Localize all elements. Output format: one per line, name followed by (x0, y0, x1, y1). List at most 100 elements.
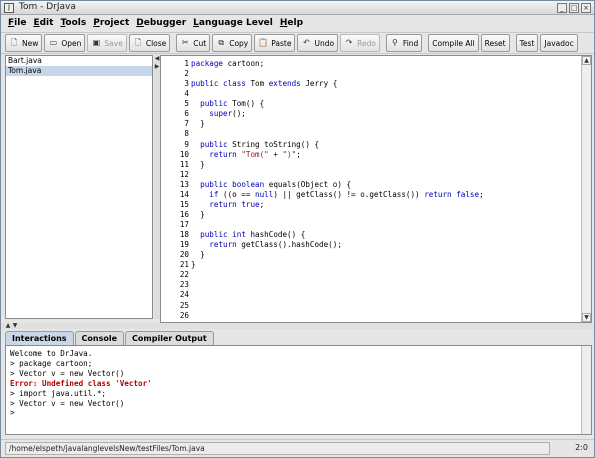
paste-button[interactable]: 📋 Paste (254, 34, 296, 52)
collapse-up-icon[interactable]: ▲ (5, 323, 11, 329)
scroll-up-icon[interactable]: ▲ (582, 56, 591, 65)
line-number: 10 (179, 149, 189, 159)
editor-vertical-scrollbar[interactable]: ▲ ▼ (581, 56, 591, 322)
save-icon: ▣ (92, 38, 101, 47)
expand-down-icon[interactable]: ▼ (12, 323, 18, 329)
code-line[interactable]: public boolean equals(Object o) { (191, 180, 484, 190)
line-number-gutter: 1 2 3 4 5 6 7 8 9 10 11 12 13 14 15 16 17 18 19 20 21 22 23 24 2… (161, 59, 189, 321)
line-number: 3 (184, 79, 189, 89)
tab-console[interactable]: Console (74, 331, 125, 345)
document-item-tom[interactable]: Tom.java (6, 66, 152, 76)
menu-language-level[interactable]: Language Level (190, 16, 276, 30)
code-line[interactable] (191, 270, 484, 280)
line-number: 18 (179, 230, 189, 240)
code-line[interactable]: package cartoon; (191, 59, 484, 69)
line-number: 13 (179, 179, 189, 189)
interactions-vertical-scrollbar[interactable] (581, 346, 591, 434)
code-line[interactable]: } (191, 210, 484, 220)
close-icon[interactable]: × (581, 3, 591, 13)
menu-edit[interactable]: Edit (30, 16, 56, 30)
interaction-line: > Vector v = new Vector() (10, 398, 125, 408)
cut-button[interactable]: ✂ Cut (176, 34, 211, 52)
menu-project[interactable]: Project (90, 16, 132, 30)
tab-interactions[interactable]: Interactions (5, 331, 74, 345)
code-line[interactable] (191, 311, 484, 321)
toolbar: 🗋 New ▭ Open ▣ Save 🗋 Close ✂ Cut ⧉ Copy 📋 Past… (1, 32, 594, 54)
window-controls: _ □ × (557, 3, 591, 13)
line-number: 20 (179, 250, 189, 260)
file-path: /home/elspeth/javalanglevelsNew/testFile… (5, 442, 550, 455)
test-button[interactable]: Test (515, 34, 539, 52)
line-number: 2 (184, 69, 189, 79)
code-line[interactable] (191, 301, 484, 311)
code-line[interactable] (191, 280, 484, 290)
code-line[interactable] (191, 129, 484, 139)
undo-icon: ↶ (303, 38, 310, 47)
find-button[interactable]: ⚲ Find (385, 34, 423, 52)
line-number: 15 (179, 199, 189, 209)
code-line[interactable]: } (191, 119, 484, 129)
menu-tools[interactable]: Tools (57, 16, 89, 30)
line-number: 17 (179, 220, 189, 229)
code-line[interactable]: return "Tom(" + ")"; (191, 150, 484, 160)
code-line[interactable] (191, 220, 484, 230)
horizontal-splitter[interactable]: ▲ ▼ (1, 323, 594, 329)
code-line[interactable]: public String toString() { (191, 140, 484, 150)
reset-button[interactable]: Reset (480, 34, 510, 52)
scroll-down-icon[interactable]: ▼ (582, 313, 591, 322)
line-number: 8 (184, 129, 189, 139)
code-line[interactable]: public class Tom extends Jerry { (191, 79, 484, 89)
save-button[interactable]: ▣ Save (87, 34, 127, 52)
code-line[interactable]: } (191, 160, 484, 170)
interactions-pane[interactable]: Welcome to DrJava. > package cartoon; > Ve… (5, 345, 592, 435)
code-line[interactable]: if ((o == null) || getClass() != o.getCl… (191, 190, 483, 200)
code-line[interactable]: public int hashCode() { (191, 230, 484, 240)
code-line[interactable] (191, 170, 484, 180)
binoculars-icon: ⚲ (391, 38, 398, 47)
interaction-line: > package cartoon; (10, 358, 93, 368)
line-number: 12 (179, 169, 189, 179)
compile-all-button[interactable]: Compile All (428, 34, 479, 52)
line-number: 16 (179, 209, 189, 219)
interaction-line: > import java.util.*; (10, 388, 107, 398)
code-line[interactable] (191, 89, 484, 99)
source-code[interactable]: package cartoon; public class Tom extends… (191, 59, 484, 321)
open-button[interactable]: ▭ Open (44, 34, 86, 52)
line-number: 1 (184, 59, 189, 68)
line-number: 19 (179, 240, 189, 250)
document-item-bart[interactable]: Bart.java (6, 56, 152, 66)
line-number: 7 (184, 119, 189, 129)
code-editor[interactable]: 1 2 3 4 5 6 7 8 9 10 11 12 13 14 15 16 17 18 19 20 21 22 23 24 2… (160, 55, 592, 323)
javadoc-button[interactable]: Javadoc (540, 34, 578, 52)
app-icon: J (4, 3, 14, 13)
document-list: Bart.java Tom.java (5, 55, 153, 319)
line-number: 6 (184, 109, 189, 119)
close-button[interactable]: 🗋 Close (128, 34, 171, 52)
bottom-tabs: Interactions Console Compiler Output (5, 331, 215, 345)
interaction-line: Welcome to DrJava. (10, 349, 93, 358)
menu-file[interactable]: File (5, 16, 29, 30)
code-line[interactable] (191, 69, 484, 79)
code-line[interactable]: } (191, 260, 484, 270)
line-number: 24 (179, 290, 189, 300)
minimize-icon[interactable]: _ (557, 3, 567, 13)
paste-icon: 📋 (258, 38, 269, 47)
tab-compiler-output[interactable]: Compiler Output (125, 331, 214, 345)
redo-button[interactable]: ↷ Redo (340, 34, 380, 52)
new-button[interactable]: 🗋 New (5, 34, 43, 52)
code-line[interactable]: return getClass().hashCode(); (191, 240, 484, 250)
new-file-icon: 🗋 (10, 38, 18, 47)
maximize-icon[interactable]: □ (569, 3, 579, 13)
line-number: 22 (179, 270, 189, 280)
code-line[interactable]: return true; (191, 200, 484, 210)
copy-button[interactable]: ⧉ Copy (212, 34, 253, 52)
code-line[interactable] (191, 290, 484, 300)
code-line[interactable]: } (191, 250, 484, 260)
undo-button[interactable]: ↶ Undo (297, 34, 339, 52)
code-line[interactable]: super(); (191, 109, 484, 119)
copy-icon: ⧉ (218, 38, 225, 47)
menu-debugger[interactable]: Debugger (133, 16, 189, 30)
open-folder-icon: ▭ (49, 38, 58, 47)
menu-help[interactable]: Help (277, 16, 306, 30)
code-line[interactable]: public Tom() { (191, 99, 484, 109)
